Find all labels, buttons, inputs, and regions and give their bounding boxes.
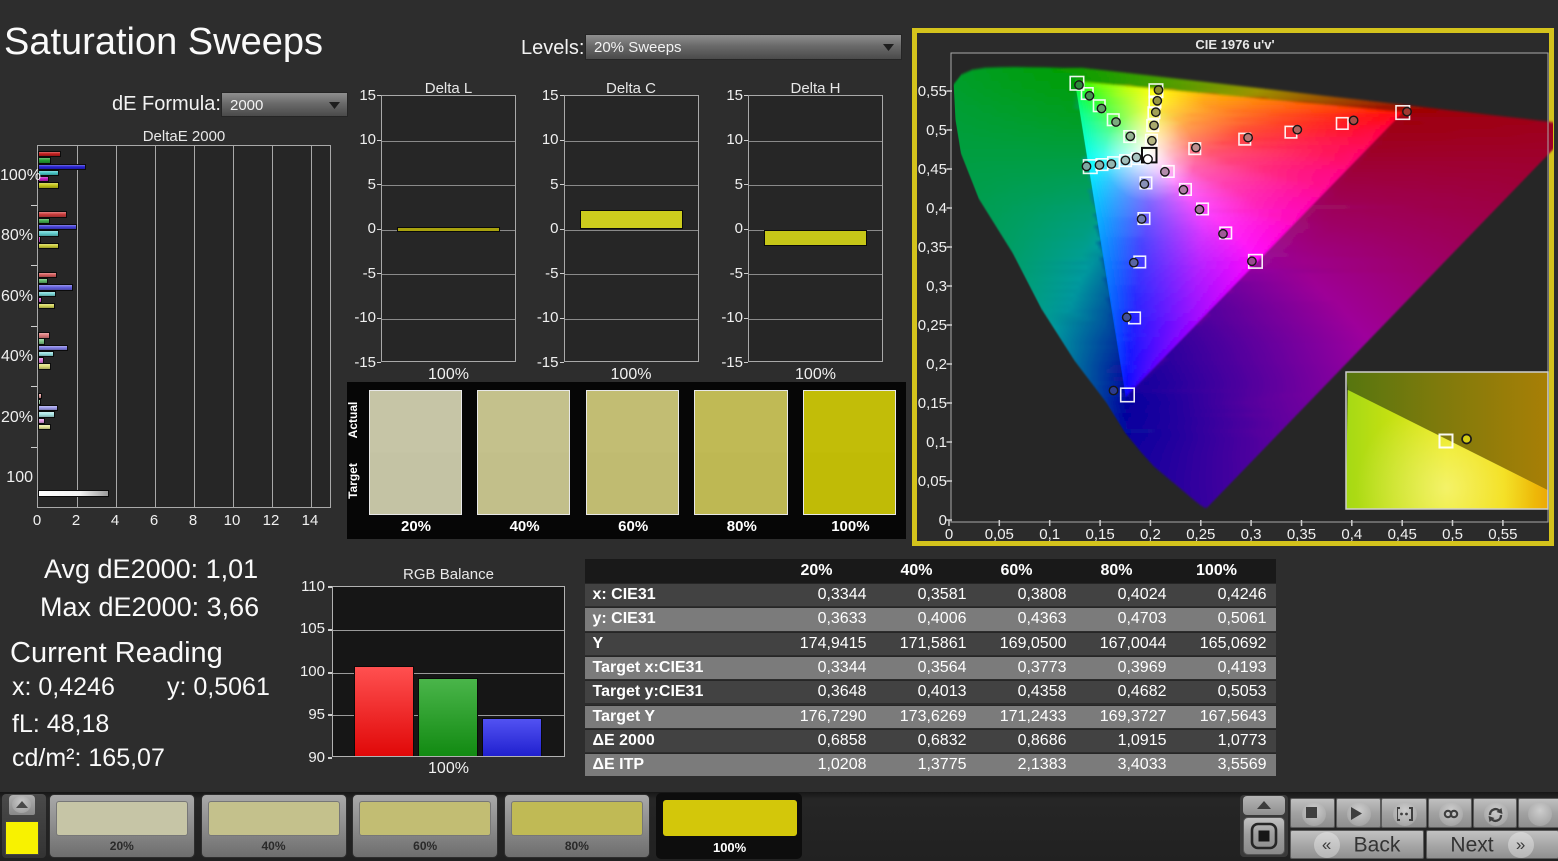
svg-text:0,25: 0,25 (918, 317, 947, 334)
svg-text:0,45: 0,45 (918, 161, 947, 178)
svg-text:0,1: 0,1 (926, 434, 947, 451)
svg-text:0,3: 0,3 (926, 278, 947, 295)
svg-text:0,5: 0,5 (1442, 526, 1463, 541)
svg-text:0,55: 0,55 (918, 83, 947, 100)
svg-text:0,4: 0,4 (1341, 526, 1362, 541)
svg-text:0,15: 0,15 (918, 395, 947, 412)
svg-text:0,5: 0,5 (926, 122, 947, 139)
svg-text:0,3: 0,3 (1241, 526, 1262, 541)
svg-text:0,2: 0,2 (1140, 526, 1161, 541)
svg-text:0,35: 0,35 (1287, 526, 1316, 541)
svg-text:0,05: 0,05 (985, 526, 1014, 541)
svg-text:0,4: 0,4 (926, 200, 947, 217)
svg-text:0,05: 0,05 (918, 473, 947, 490)
svg-text:CIE 1976 u'v': CIE 1976 u'v' (1195, 37, 1274, 52)
svg-text:0,55: 0,55 (1488, 526, 1517, 541)
svg-text:0,2: 0,2 (926, 356, 947, 373)
svg-text:0,15: 0,15 (1085, 526, 1114, 541)
svg-text:0,25: 0,25 (1186, 526, 1215, 541)
svg-text:0: 0 (939, 512, 947, 529)
svg-text:0,35: 0,35 (918, 239, 947, 256)
svg-text:0,1: 0,1 (1039, 526, 1060, 541)
svg-text:0,45: 0,45 (1388, 526, 1417, 541)
